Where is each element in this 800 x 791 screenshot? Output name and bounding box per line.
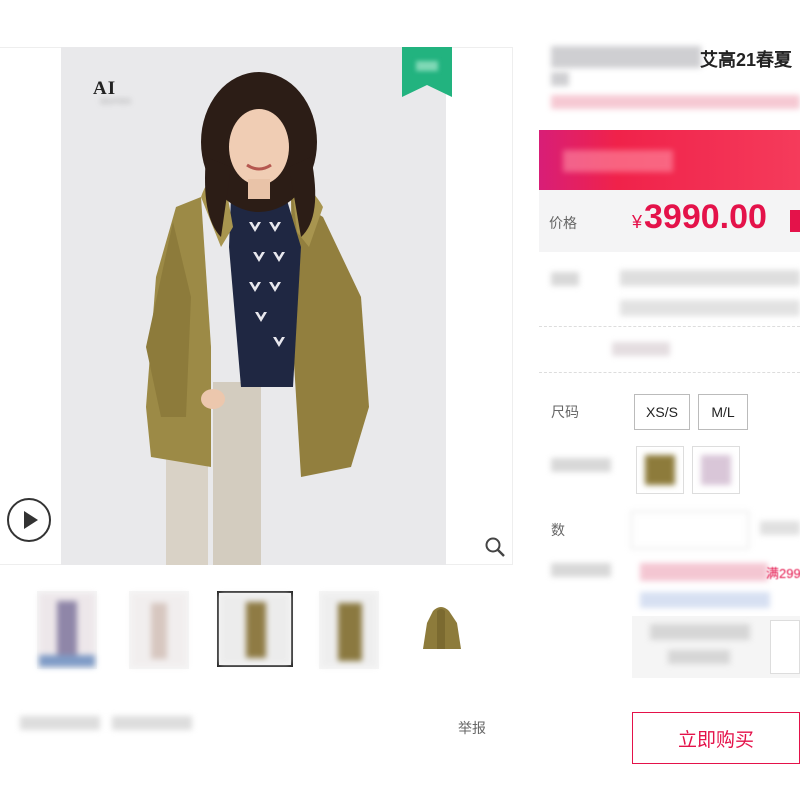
swatch-image	[701, 455, 731, 485]
play-video-button[interactable]	[7, 498, 51, 542]
zoom-icon[interactable]	[484, 536, 506, 558]
report-link[interactable]: 举报	[458, 718, 486, 738]
promotion-text-blurred	[563, 150, 673, 172]
main-product-image[interactable]	[61, 47, 446, 565]
thumbnail-image	[131, 593, 187, 667]
thumbnail-2[interactable]	[129, 591, 189, 669]
color-swatch-khaki[interactable]	[636, 446, 684, 494]
play-icon	[24, 511, 38, 529]
quantity-stepper[interactable]	[631, 511, 749, 549]
coupon-text-blurred	[640, 563, 768, 581]
price-amount: 3990.00	[644, 198, 767, 236]
share-link-placeholder[interactable]	[20, 716, 100, 730]
divider	[539, 326, 800, 327]
thumbnail-image	[423, 607, 461, 649]
info-row-label	[551, 272, 579, 286]
thumbnail-5[interactable]	[411, 591, 471, 669]
favorite-link-placeholder[interactable]	[112, 716, 192, 730]
thumbnail-4[interactable]	[319, 591, 379, 669]
thumbnail-image	[321, 593, 377, 667]
price-value: ¥3990.00	[632, 198, 767, 237]
swatch-image	[645, 455, 675, 485]
buy-now-button[interactable]: 立即购买	[632, 712, 800, 764]
coupon-amount: 满299	[766, 566, 800, 581]
coupon-card[interactable]	[632, 616, 800, 678]
thumbnail-image	[39, 593, 95, 667]
size-option-xs-s[interactable]: XS/S	[634, 394, 690, 430]
currency-symbol: ¥	[632, 212, 643, 232]
info-row-value-1	[620, 270, 800, 286]
promotion-banner	[539, 130, 800, 190]
coupon-line-2-blurred	[640, 592, 770, 608]
quantity-label: 数	[551, 522, 565, 538]
divider	[539, 372, 800, 373]
coupon-card-claim[interactable]	[770, 620, 800, 674]
color-label-blurred	[551, 458, 611, 472]
brand-logo: AI	[93, 78, 117, 99]
stock-text-blurred	[760, 521, 800, 535]
model-illustration	[146, 72, 369, 565]
price-label: 价格	[549, 215, 577, 231]
price-tag-edge	[790, 210, 800, 232]
title-blurred-line2	[551, 72, 569, 86]
title-blurred-prefix	[551, 46, 701, 68]
product-title: 艾高21春夏	[700, 50, 793, 70]
size-option-m-l[interactable]: M/L	[698, 394, 748, 430]
info-row-value-2	[620, 300, 800, 316]
color-swatch-pink[interactable]	[692, 446, 740, 494]
service-row-blurred	[612, 342, 670, 356]
coupon-card-title	[650, 624, 750, 640]
bookmark-ribbon-icon	[402, 47, 452, 97]
thumbnail-3[interactable]	[217, 591, 293, 667]
thumbnail-image	[220, 594, 290, 664]
size-label: 尺码	[551, 404, 579, 420]
thumbnail-1[interactable]	[37, 591, 97, 669]
coupon-card-sub	[668, 650, 730, 664]
coupon-label-blurred	[551, 563, 611, 577]
product-subtitle-blurred	[551, 95, 800, 109]
brand-logo-subtitle: DEPOS	[101, 99, 133, 105]
